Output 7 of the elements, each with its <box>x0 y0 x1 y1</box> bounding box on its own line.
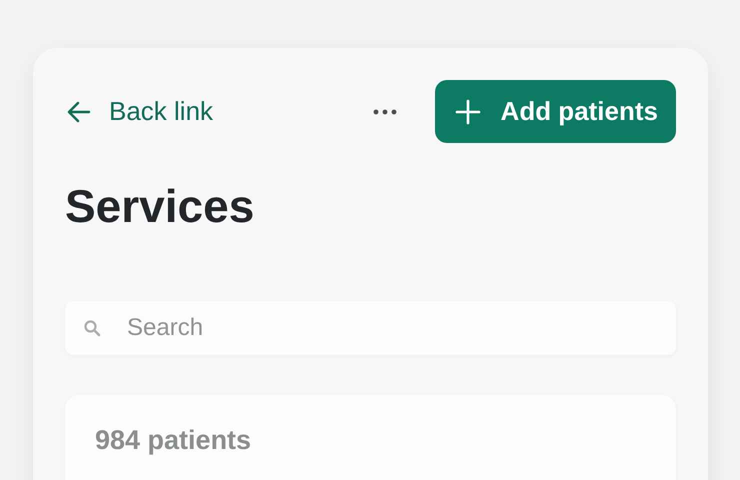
page-title: Services <box>65 179 256 233</box>
back-link[interactable]: Back link <box>65 96 214 127</box>
search-field[interactable]: Search <box>65 301 676 355</box>
add-patients-button[interactable]: Add patients <box>434 80 676 143</box>
plus-icon <box>454 98 481 124</box>
patient-count: 984 patients <box>95 425 252 455</box>
search-icon <box>83 319 101 337</box>
